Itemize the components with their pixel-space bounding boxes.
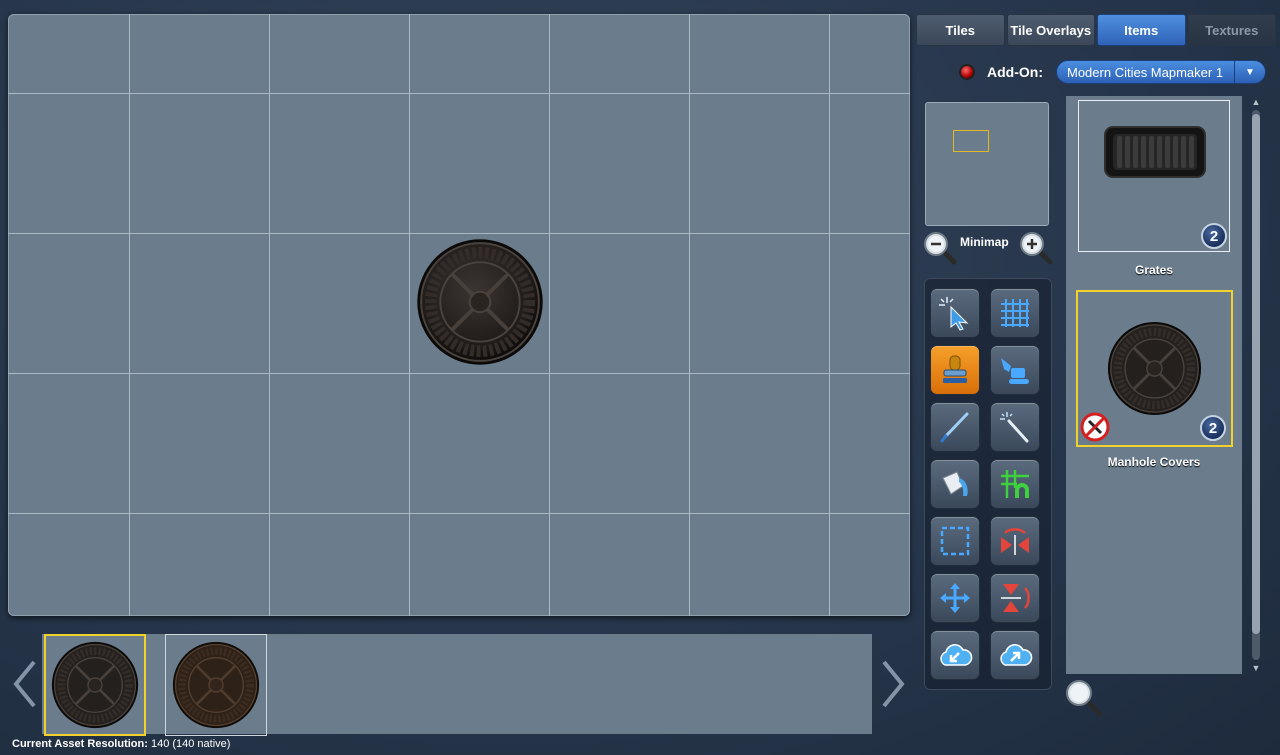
variant-thumbnail[interactable] [165, 634, 267, 736]
variant-thumbnail-selected[interactable] [44, 634, 146, 736]
grid-line [269, 14, 270, 616]
grid-line [409, 14, 410, 616]
select-tool-button[interactable] [930, 288, 980, 338]
flip-vertical-tool-button[interactable] [990, 573, 1040, 623]
zoom-in-icon[interactable] [1018, 230, 1054, 266]
status-value: 140 (140 native) [150, 738, 231, 750]
tab-textures: Textures [1187, 14, 1276, 46]
grid-line [8, 513, 910, 514]
move-tool-button[interactable] [930, 573, 980, 623]
magic-wand-tool-button[interactable] [990, 402, 1040, 452]
manhole-cover-icon [51, 641, 139, 729]
grate-icon [1104, 126, 1206, 178]
chevron-down-icon: ▼ [1234, 61, 1265, 83]
chevron-left-icon[interactable] [10, 658, 38, 710]
fill-tool-button[interactable] [930, 459, 980, 509]
flip-horizontal-tool-button[interactable] [990, 516, 1040, 566]
chevron-right-icon[interactable] [880, 658, 908, 710]
paint-bucket-icon [942, 471, 968, 496]
zoom-out-icon[interactable] [922, 230, 958, 266]
manhole-cover-icon [172, 641, 260, 729]
excavator-icon [1001, 358, 1029, 384]
item-count-badge: 2 [1201, 223, 1227, 249]
no-symbol-icon [1080, 412, 1110, 442]
grid-magnet-icon [1001, 470, 1029, 498]
items-scrollbar[interactable]: ▲ ▼ [1250, 96, 1262, 674]
tab-tile-overlays[interactable]: Tile Overlays [1006, 14, 1095, 46]
addon-dropdown[interactable]: Modern Cities Mapmaker 1 ▼ [1056, 60, 1266, 84]
map-canvas[interactable] [8, 14, 910, 616]
tab-items[interactable]: Items [1097, 14, 1186, 46]
addon-label: Add-On: [987, 64, 1043, 80]
search-icon[interactable] [1064, 678, 1104, 718]
export-tool-button[interactable] [990, 630, 1040, 680]
marquee-tool-button[interactable] [930, 516, 980, 566]
item-card-grates[interactable]: 2 [1078, 100, 1230, 252]
category-tabs: Tiles Tile Overlays Items Textures [916, 14, 1276, 46]
brush-tool-button[interactable] [930, 402, 980, 452]
flip-horizontal-icon [1001, 528, 1029, 555]
flip-vertical-icon [1001, 584, 1030, 612]
grid-line [549, 14, 550, 616]
grid-line [129, 14, 130, 616]
manhole-cover-icon [1107, 321, 1202, 416]
minimap-viewport[interactable] [953, 130, 989, 152]
brush-icon [940, 412, 969, 443]
placed-manhole-cover[interactable] [416, 238, 544, 366]
scroll-thumb[interactable] [1252, 114, 1260, 634]
grid-line [8, 373, 910, 374]
minimap[interactable] [925, 102, 1049, 226]
pointer-icon [939, 297, 969, 331]
marquee-icon [940, 526, 970, 556]
scroll-down-icon[interactable]: ▼ [1250, 662, 1262, 674]
item-label-grates: Grates [1134, 263, 1174, 277]
tool-palette [924, 278, 1052, 690]
minimap-label: Minimap [960, 235, 1009, 249]
asset-resolution-status: Current Asset Resolution: 140 (140 nativ… [12, 738, 230, 750]
magic-wand-icon [1000, 412, 1029, 443]
grid-line [689, 14, 690, 616]
stamp-tool-button[interactable] [930, 345, 980, 395]
scroll-up-icon[interactable]: ▲ [1250, 96, 1262, 108]
grid-line [8, 233, 910, 234]
grid-icon [1001, 299, 1029, 327]
cloud-export-icon [1000, 644, 1033, 666]
cloud-import-icon [940, 644, 973, 666]
tab-tiles[interactable]: Tiles [916, 14, 1005, 46]
grid-tool-button[interactable] [990, 288, 1040, 338]
grid-line [829, 14, 830, 616]
manhole-cover-icon [417, 239, 543, 365]
addon-status-indicator [961, 66, 973, 78]
grid-snap-tool-button[interactable] [990, 459, 1040, 509]
stamp-icon [943, 355, 967, 383]
item-label-manhole-covers: Manhole Covers [1107, 455, 1201, 469]
status-label: Current Asset Resolution: [12, 738, 148, 750]
item-count-badge: 2 [1200, 415, 1226, 441]
excavator-tool-button[interactable] [990, 345, 1040, 395]
grid-line [8, 93, 910, 94]
addon-selected-value: Modern Cities Mapmaker 1 [1067, 64, 1224, 80]
move-icon [940, 583, 970, 613]
import-tool-button[interactable] [930, 630, 980, 680]
